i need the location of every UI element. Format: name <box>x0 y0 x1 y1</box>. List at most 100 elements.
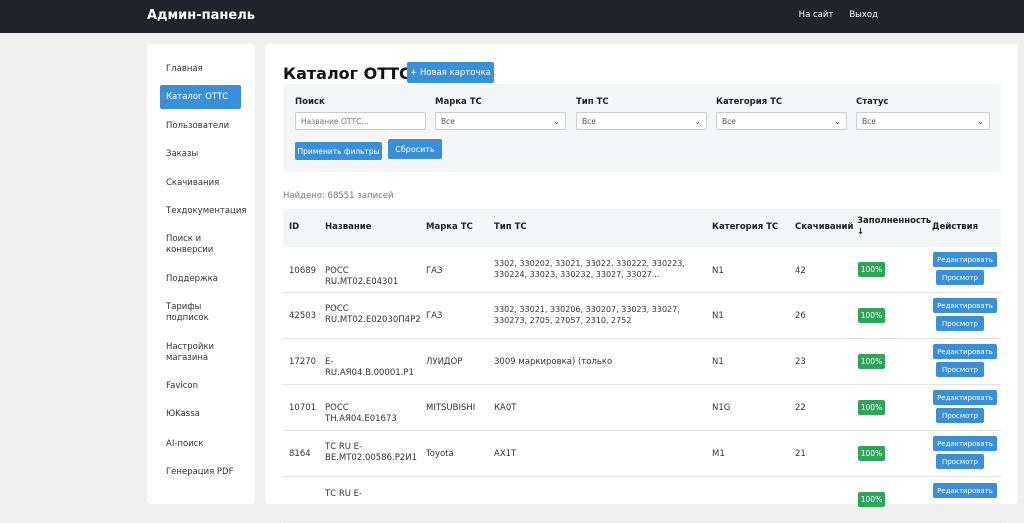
fill-badge: 100% <box>858 262 885 277</box>
sidebar-item-orders[interactable]: Заказы <box>160 149 241 160</box>
cell-brand: ЛУИДОР <box>426 357 463 367</box>
cell-name: ТС RU E-BE.МТ02.00586.Р2И1 <box>325 442 417 463</box>
brand-filter-label: Марка ТС <box>435 97 482 107</box>
cell-type: КА0Т <box>494 403 517 413</box>
table-row: 8164 ТС RU E-BE.МТ02.00586.Р2И1 Toyota A… <box>283 431 1001 477</box>
logout-link[interactable]: Выход <box>849 10 878 20</box>
sidebar-item-home[interactable]: Главная <box>160 64 241 75</box>
chevron-down-icon: ⌄ <box>694 116 701 126</box>
chevron-down-icon: ⌄ <box>834 116 841 126</box>
cell-brand: MITSUBISHI <box>426 403 476 413</box>
view-button[interactable]: Просмотр <box>936 454 984 469</box>
brand-select-value: Все <box>441 116 455 126</box>
fill-badge: 100% <box>858 400 885 415</box>
cell-brand: Toyota <box>426 449 454 459</box>
type-select[interactable]: Все ⌄ <box>576 112 707 130</box>
cell-name: РОСС RU.МТ02.Е04301 <box>325 266 399 287</box>
view-button[interactable]: Просмотр <box>936 270 984 285</box>
sidebar-item-pdf-generation[interactable]: Генерация PDF <box>160 467 241 478</box>
cell-id: 8164 <box>289 449 311 459</box>
cell-downloads: 42 <box>795 266 806 276</box>
edit-button[interactable]: Редактировать <box>933 344 997 359</box>
cell-type: 3302, 330202, 33021, 33022, 330222, 3302… <box>494 259 685 279</box>
col-actions: Действия <box>932 222 979 232</box>
col-id[interactable]: ID <box>289 222 299 233</box>
sidebar-item-ai-search[interactable]: AI-поиск <box>160 439 241 450</box>
sidebar-item-downloads[interactable]: Скачивания <box>160 178 241 189</box>
sidebar-item-tariffs[interactable]: Тарифы подписок <box>160 302 220 324</box>
status-select-value: Все <box>862 116 876 126</box>
cell-id: 17270 <box>289 357 317 367</box>
cell-category: M1 <box>712 449 725 459</box>
search-label: Поиск <box>295 97 325 107</box>
col-fill[interactable]: Заполненность ↓ <box>857 216 931 238</box>
fill-badge: 100% <box>858 492 885 507</box>
col-downloads[interactable]: Скачиваний <box>795 222 853 233</box>
cell-downloads: 23 <box>795 357 806 367</box>
col-type[interactable]: Тип ТС <box>494 222 527 233</box>
sidebar-item-users[interactable]: Пользователи <box>160 121 241 132</box>
apply-filters-button[interactable]: Применить фильтры <box>295 142 382 160</box>
cell-downloads: 26 <box>795 311 806 321</box>
sidebar-item-support[interactable]: Поддержка <box>160 274 241 285</box>
cell-id: 42503 <box>289 311 317 321</box>
cell-downloads: 22 <box>795 403 806 413</box>
cell-name: РОСС RU.МТ02.Е02030П4Р2 <box>325 304 421 325</box>
sidebar-item-techdocs[interactable]: Техдокументация <box>160 206 246 217</box>
category-select[interactable]: Все ⌄ <box>716 112 847 130</box>
fill-badge: 100% <box>858 354 885 369</box>
table-row: 10689 РОСС RU.МТ02.Е04301 ГАЗ 3302, 3302… <box>283 247 1001 293</box>
fill-badge: 100% <box>858 446 885 461</box>
cell-name: РОСС TH.АЯ04.Е01673 <box>325 403 397 424</box>
fill-badge: 100% <box>858 308 885 323</box>
cell-category: N1 <box>712 266 724 276</box>
view-button[interactable]: Просмотр <box>936 408 984 423</box>
type-select-value: Все <box>582 116 596 126</box>
cell-id: 10701 <box>289 403 317 413</box>
new-card-button[interactable]: + Новая карточка <box>407 62 494 83</box>
status-filter-label: Статус <box>856 97 889 107</box>
chevron-down-icon: ⌄ <box>553 116 560 126</box>
cell-downloads: 21 <box>795 449 806 459</box>
category-filter-label: Категория ТС <box>716 97 783 107</box>
table-row: ТС RU E- 100% Редактировать <box>283 477 1001 523</box>
sidebar-item-favicon[interactable]: Favicon <box>160 381 241 392</box>
chevron-down-icon: ⌄ <box>977 116 984 126</box>
cell-type: 3302, 33021, 330206, 330207, 33023, 3302… <box>494 305 680 325</box>
reset-filters-button[interactable]: Сбросить <box>388 139 442 159</box>
main-panel: Каталог ОТТС + Новая карточка Поиск Марк… <box>265 44 1018 523</box>
edit-button[interactable]: Редактировать <box>933 252 997 267</box>
brand-select[interactable]: Все ⌄ <box>435 112 566 130</box>
col-brand[interactable]: Марка ТС <box>426 222 473 233</box>
top-nav: На сайт Выход <box>799 10 878 20</box>
sidebar-item-catalog[interactable]: Каталог ОТТС <box>160 85 241 109</box>
sidebar-item-store-settings[interactable]: Настройки магазина <box>160 342 220 364</box>
sidebar-item-search-conversions[interactable]: Поиск и конверсии <box>160 234 230 256</box>
cell-brand: ГАЗ <box>426 266 443 276</box>
cell-type: AX1T <box>494 449 517 459</box>
view-button[interactable]: Просмотр <box>936 362 984 377</box>
edit-button[interactable]: Редактировать <box>933 436 997 451</box>
sidebar-item-yookassa[interactable]: ЮKassa <box>160 409 241 420</box>
view-button[interactable]: Просмотр <box>936 316 984 331</box>
edit-button[interactable]: Редактировать <box>933 298 997 313</box>
type-filter-label: Тип ТС <box>576 97 609 107</box>
table-row: 17270 E-RU.АЯ04.В.00001.Р1 ЛУИДОР 3009 м… <box>283 339 1001 385</box>
cell-type: 3009 маркировка) (только <box>494 357 613 367</box>
edit-button[interactable]: Редактировать <box>933 390 997 405</box>
cell-category: N1 <box>712 311 724 321</box>
filters-panel: Поиск Марка ТС Все ⌄ Тип ТС Все ⌄ Катего… <box>283 84 1001 172</box>
to-site-link[interactable]: На сайт <box>799 10 834 20</box>
status-select[interactable]: Все ⌄ <box>856 112 990 130</box>
col-category[interactable]: Категория ТС <box>712 222 778 233</box>
cell-category: N1G <box>712 403 731 413</box>
cell-name: ТС RU E- <box>325 489 363 499</box>
cell-category: N1 <box>712 357 724 367</box>
cell-name: E-RU.АЯ04.В.00001.Р1 <box>325 357 414 378</box>
search-input[interactable] <box>295 112 426 130</box>
col-name[interactable]: Название <box>325 222 372 233</box>
top-navbar: Админ-панель На сайт Выход <box>0 0 1024 33</box>
cell-id: 10689 <box>289 266 317 276</box>
table-row: 10701 РОСС TH.АЯ04.Е01673 MITSUBISHI КА0… <box>283 385 1001 431</box>
brand-title[interactable]: Админ-панель <box>147 8 255 23</box>
